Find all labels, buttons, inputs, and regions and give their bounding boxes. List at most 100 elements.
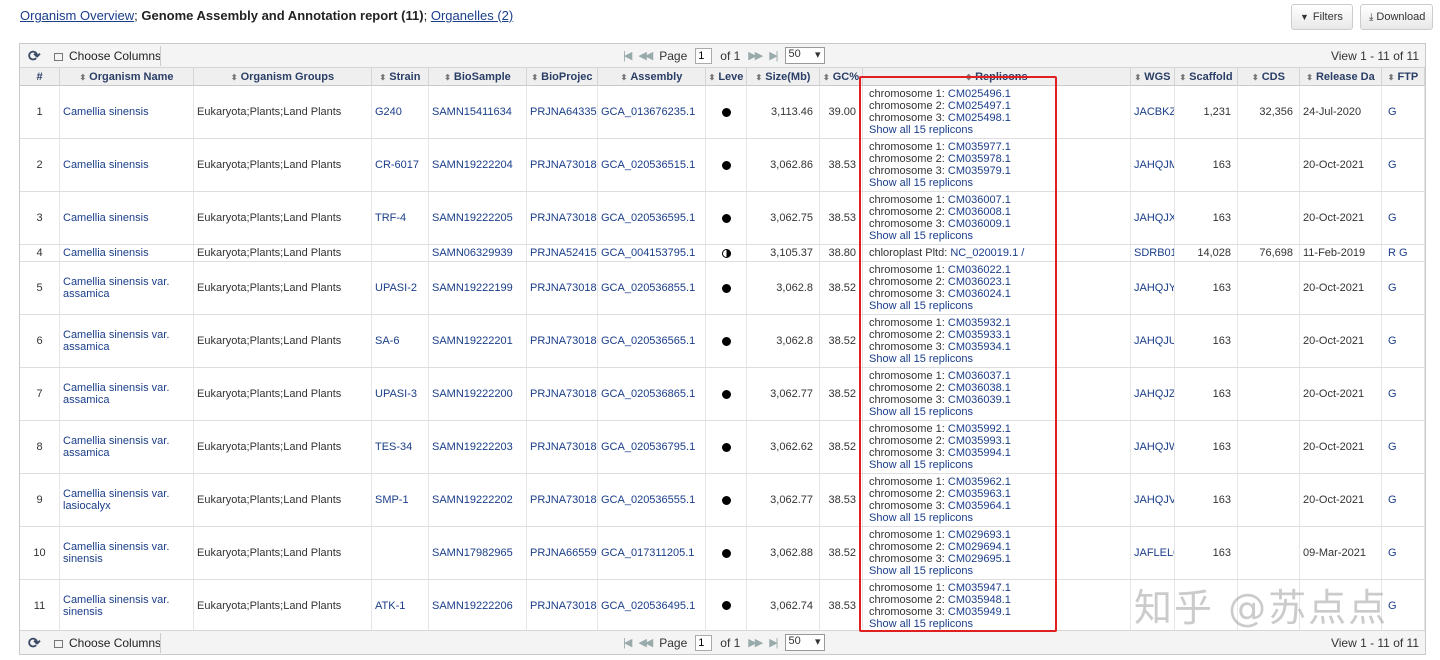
replicon-accession-link[interactable]: CM035964.1: [948, 500, 1011, 512]
strain-cell[interactable]: CR-6017: [372, 139, 429, 191]
column-header-wgs[interactable]: ⬍ WGS: [1131, 68, 1175, 86]
replicon-accession-link[interactable]: CM035963.1: [948, 488, 1011, 500]
strain-cell[interactable]: UPASI-2: [372, 262, 429, 314]
organism-link[interactable]: Camellia sinensis var. sinensis: [63, 541, 193, 565]
bioproject-cell[interactable]: PRJNA730185: [527, 474, 598, 526]
replicon-accession-link[interactable]: NC_020019.1 /: [950, 247, 1024, 259]
replicon-accession-link[interactable]: CM025497.1: [948, 100, 1011, 112]
biosample-cell[interactable]: SAMN17982965: [429, 527, 527, 579]
column-header-organism-groups[interactable]: ⬍ Organism Groups: [194, 68, 372, 86]
download-button[interactable]: ⤓ Download: [1360, 4, 1433, 30]
wgs-cell[interactable]: JAHQJU: [1131, 315, 1175, 367]
replicon-accession-link[interactable]: CM035994.1: [948, 447, 1011, 459]
ftp-cell[interactable]: G: [1382, 368, 1425, 420]
table-row[interactable]: 9 Camellia sinensis var. lasiocalyx Eukary…: [20, 474, 1425, 527]
replicon-accession-link[interactable]: CM029695.1: [948, 553, 1011, 565]
organism-link[interactable]: Camellia sinensis var. assamica: [63, 435, 193, 459]
refresh-icon[interactable]: ⟳: [28, 634, 41, 652]
assembly-cell[interactable]: GCA_020536555.1: [598, 474, 706, 526]
ftp-cell[interactable]: G: [1382, 315, 1425, 367]
column-header-cds[interactable]: ⬍ CDS: [1238, 68, 1300, 86]
ftp-cell[interactable]: G: [1382, 421, 1425, 473]
organism-link[interactable]: Camellia sinensis: [63, 106, 149, 118]
wgs-cell[interactable]: JAHQJV: [1131, 474, 1175, 526]
replicon-accession-link[interactable]: CM025496.1: [948, 88, 1011, 100]
bioproject-cell[interactable]: PRJNA730185: [527, 139, 598, 191]
show-all-replicons-link[interactable]: Show all 15 replicons: [863, 124, 973, 136]
refresh-icon[interactable]: ⟳: [28, 47, 41, 65]
wgs-cell[interactable]: SDRB01: [1131, 245, 1175, 261]
replicon-accession-link[interactable]: CM029693.1: [948, 529, 1011, 541]
wgs-cell[interactable]: JAHQJM: [1131, 139, 1175, 191]
replicon-accession-link[interactable]: CM035993.1: [948, 435, 1011, 447]
table-row[interactable]: 7 Camellia sinensis var. assamica Eukaryot…: [20, 368, 1425, 421]
replicon-accession-link[interactable]: CM025498.1: [948, 112, 1011, 124]
biosample-cell[interactable]: SAMN06329939: [429, 245, 527, 261]
ftp-cell[interactable]: G: [1382, 527, 1425, 579]
prev-page-icon[interactable]: ◀◀: [638, 636, 653, 649]
column-header-gc-percent[interactable]: ⬍ GC%: [820, 68, 863, 86]
assembly-cell[interactable]: GCA_017311205.1: [598, 527, 706, 579]
replicon-accession-link[interactable]: CM035947.1: [948, 582, 1011, 594]
column-header-biosample[interactable]: ⬍ BioSample: [429, 68, 527, 86]
bioproject-cell[interactable]: PRJNA643357: [527, 86, 598, 138]
replicon-accession-link[interactable]: CM036022.1: [948, 264, 1011, 276]
ftp-cell[interactable]: G: [1382, 192, 1425, 244]
column-header-strain[interactable]: ⬍ Strain: [372, 68, 429, 86]
replicon-accession-link[interactable]: CM036007.1: [948, 194, 1011, 206]
wgs-cell[interactable]: JAHQJW: [1131, 421, 1175, 473]
strain-cell[interactable]: G240: [372, 86, 429, 138]
filters-button[interactable]: ▼ Filters: [1291, 4, 1353, 30]
column-header-row-number[interactable]: #: [20, 68, 60, 86]
organism-link[interactable]: Camellia sinensis: [63, 159, 149, 171]
assembly-cell[interactable]: GCA_020536595.1: [598, 192, 706, 244]
bioproject-cell[interactable]: PRJNA730185: [527, 192, 598, 244]
replicon-accession-link[interactable]: CM035992.1: [948, 423, 1011, 435]
biosample-cell[interactable]: SAMN19222202: [429, 474, 527, 526]
replicon-accession-link[interactable]: CM035933.1: [948, 329, 1011, 341]
bioproject-cell[interactable]: PRJNA730185: [527, 262, 598, 314]
wgs-cell[interactable]: JACBKZ: [1131, 86, 1175, 138]
replicon-accession-link[interactable]: CM035934.1: [948, 341, 1011, 353]
show-all-replicons-link[interactable]: Show all 15 replicons: [863, 406, 973, 418]
next-page-icon[interactable]: ▶▶: [748, 49, 763, 62]
bioproject-cell[interactable]: PRJNA730185: [527, 421, 598, 473]
organism-link[interactable]: Camellia sinensis var. assamica: [63, 276, 193, 300]
bioproject-cell[interactable]: PRJNA665594: [527, 527, 598, 579]
assembly-cell[interactable]: GCA_020536565.1: [598, 315, 706, 367]
strain-cell[interactable]: [372, 527, 429, 579]
strain-cell[interactable]: TES-34: [372, 421, 429, 473]
column-header-ftp[interactable]: ⬍ FTP: [1382, 68, 1425, 86]
show-all-replicons-link[interactable]: Show all 15 replicons: [863, 618, 973, 630]
show-all-replicons-link[interactable]: Show all 15 replicons: [863, 177, 973, 189]
organism-link[interactable]: Camellia sinensis var. sinensis: [63, 594, 193, 618]
column-header-assembly[interactable]: ⬍ Assembly: [598, 68, 706, 86]
column-header-scaffold[interactable]: ⬍ Scaffold: [1175, 68, 1238, 86]
next-page-icon[interactable]: ▶▶: [748, 636, 763, 649]
ftp-cell[interactable]: G: [1382, 580, 1425, 631]
replicon-accession-link[interactable]: CM036038.1: [948, 382, 1011, 394]
biosample-cell[interactable]: SAMN19222199: [429, 262, 527, 314]
replicon-accession-link[interactable]: CM036008.1: [948, 206, 1011, 218]
ftp-cell[interactable]: R G: [1382, 245, 1425, 261]
biosample-cell[interactable]: SAMN19222205: [429, 192, 527, 244]
choose-columns-button[interactable]: Choose Columns: [54, 49, 161, 63]
organelles-link[interactable]: Organelles (2): [431, 8, 513, 23]
replicon-accession-link[interactable]: CM029694.1: [948, 541, 1011, 553]
ftp-cell[interactable]: G: [1382, 86, 1425, 138]
strain-cell[interactable]: SA-6: [372, 315, 429, 367]
replicon-accession-link[interactable]: CM035979.1: [948, 165, 1011, 177]
replicon-accession-link[interactable]: CM035962.1: [948, 476, 1011, 488]
assembly-cell[interactable]: GCA_020536795.1: [598, 421, 706, 473]
replicon-accession-link[interactable]: CM036037.1: [948, 370, 1011, 382]
show-all-replicons-link[interactable]: Show all 15 replicons: [863, 353, 973, 365]
organism-overview-link[interactable]: Organism Overview: [20, 8, 134, 23]
table-row[interactable]: 2 Camellia sinensis Eukaryota;Plants;Land …: [20, 139, 1425, 192]
replicon-accession-link[interactable]: CM036023.1: [948, 276, 1011, 288]
replicon-accession-link[interactable]: CM035977.1: [948, 141, 1011, 153]
assembly-cell[interactable]: GCA_004153795.1: [598, 245, 706, 261]
strain-cell[interactable]: ATK-1: [372, 580, 429, 631]
assembly-cell[interactable]: GCA_020536515.1: [598, 139, 706, 191]
replicon-accession-link[interactable]: CM035932.1: [948, 317, 1011, 329]
table-row[interactable]: 5 Camellia sinensis var. assamica Eukaryot…: [20, 262, 1425, 315]
